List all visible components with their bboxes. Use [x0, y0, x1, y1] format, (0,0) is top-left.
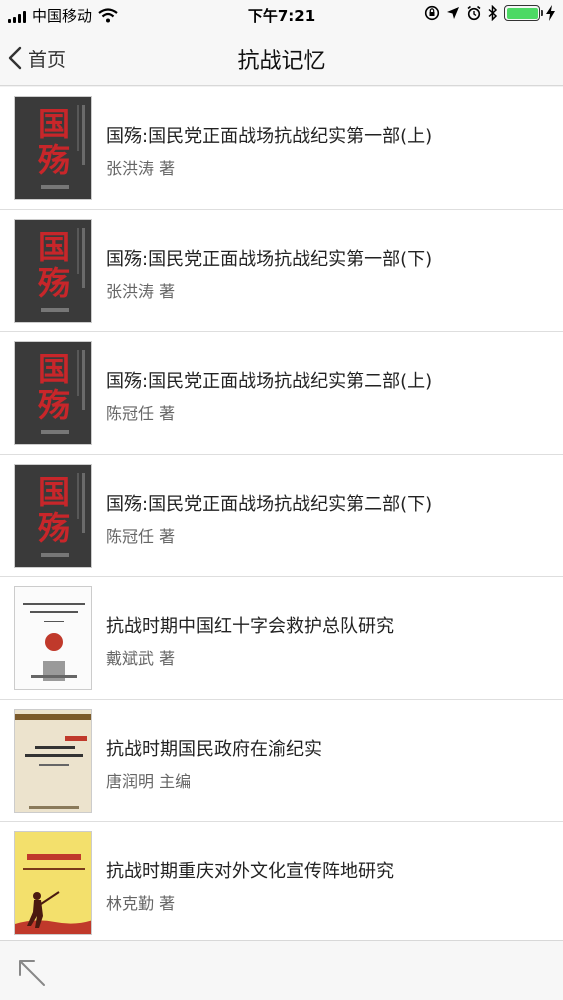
book-title: 国殇:国民党正面战场抗战纪实第一部(上)	[106, 126, 433, 147]
cover-glyph: 殇	[37, 263, 70, 302]
cover-glyph: 殇	[37, 508, 70, 547]
book-item[interactable]: 国 殇 国殇:国民党正面战场抗战纪实第二部(下) 陈冠任 著	[0, 455, 563, 577]
book-item[interactable]: 国 殇 国殇:国民党正面战场抗战纪实第二部(上) 陈冠任 著	[0, 332, 563, 455]
soldier-silhouette-icon	[15, 891, 91, 934]
bottom-bar	[0, 940, 563, 1000]
cover-glyph: 国	[37, 472, 70, 511]
book-cover: 国 殇	[14, 96, 92, 200]
book-title: 国殇:国民党正面战场抗战纪实第一部(下)	[106, 248, 433, 270]
book-author: 唐润明 主编	[106, 771, 192, 791]
book-item[interactable]: 国 殇 国殇:国民党正面战场抗战纪实第一部(下) 张洪涛 著	[0, 210, 563, 332]
nav-bar: 首页 抗战记忆	[0, 30, 563, 86]
cover-glyph: 殇	[37, 386, 70, 424]
book-cover: 国 殇	[14, 341, 92, 445]
book-item[interactable]: 抗战时期国民政府在渝纪实 唐润明 主编	[0, 700, 563, 822]
cover-glyph: 国	[37, 227, 70, 266]
status-bar: 中国移动 下午7:21	[0, 0, 563, 30]
rotation-lock-icon	[424, 5, 440, 21]
book-author: 张洪涛 著	[106, 159, 176, 178]
book-title: 抗战时期中国红十字会救护总队研究	[106, 616, 394, 637]
cover-glyph: 国	[37, 350, 70, 388]
book-title: 国殇:国民党正面战场抗战纪实第二部(下)	[106, 493, 433, 515]
book-author: 陈冠任 著	[106, 526, 176, 546]
book-author: 张洪涛 著	[106, 281, 176, 301]
book-cover	[14, 831, 92, 935]
book-title: 抗战时期国民政府在渝纪实	[106, 738, 322, 760]
page-title: 抗战记忆	[237, 49, 326, 74]
location-icon	[447, 7, 459, 19]
book-author: 陈冠任 著	[106, 404, 176, 423]
status-right	[424, 5, 555, 21]
book-author: 林克勤 著	[106, 894, 176, 913]
book-cover	[14, 586, 92, 690]
charging-bolt-icon	[546, 5, 555, 21]
book-item[interactable]: 抗战时期中国红十字会救护总队研究 戴斌武 著	[0, 577, 563, 700]
book-author: 戴斌武 著	[106, 649, 176, 668]
book-item[interactable]: 国 殇 国殇:国民党正面战场抗战纪实第一部(上) 张洪涛 著	[0, 87, 563, 210]
book-list: 国 殇 国殇:国民党正面战场抗战纪实第一部(上) 张洪涛 著 国 殇 国殇:国民…	[0, 87, 563, 940]
alarm-icon	[467, 5, 481, 21]
bluetooth-icon	[488, 5, 498, 21]
scroll-top-button[interactable]	[14, 955, 48, 989]
book-cover: 国 殇	[14, 218, 92, 323]
book-cover: 国 殇	[14, 463, 92, 568]
cover-glyph: 殇	[37, 141, 70, 179]
book-title: 国殇:国民党正面战场抗战纪实第二部(上)	[106, 371, 433, 392]
battery-icon	[504, 5, 543, 21]
book-item[interactable]: 抗战时期重庆对外文化宣传阵地研究 林克勤 著	[0, 822, 563, 940]
book-title: 抗战时期重庆对外文化宣传阵地研究	[106, 861, 394, 882]
book-cover	[14, 708, 92, 813]
cover-glyph: 国	[37, 105, 70, 143]
arrow-up-left-icon	[19, 960, 45, 986]
